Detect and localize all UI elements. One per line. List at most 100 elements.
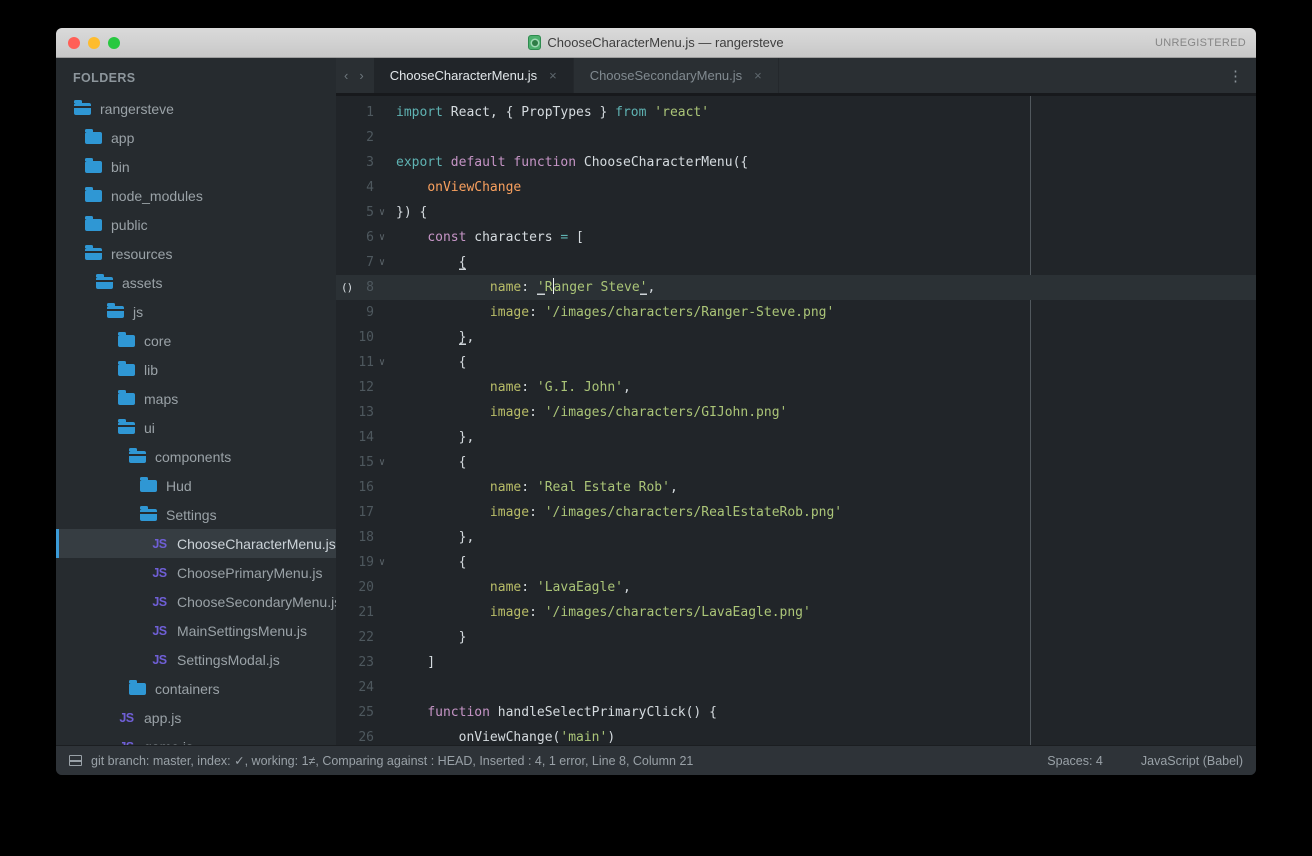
folder-open-icon (85, 248, 102, 260)
code-line-22[interactable]: 22 } (336, 625, 1256, 650)
sidebar-file-app-js[interactable]: JSapp.js (56, 703, 336, 732)
line-text: name: 'LavaEagle', (396, 575, 631, 600)
code-line-18[interactable]: 18 }, (336, 525, 1256, 550)
syntax-setting[interactable]: JavaScript (Babel) (1141, 754, 1243, 768)
code-line-8[interactable]: ()8 name: 'Ranger Steve', (336, 275, 1256, 300)
token (396, 305, 490, 320)
code-line-4[interactable]: 4 onViewChange (336, 175, 1256, 200)
sidebar-folder-app[interactable]: app (56, 123, 336, 152)
sidebar-folder-rangersteve[interactable]: rangersteve (56, 94, 336, 123)
tabs: ChooseCharacterMenu.js×ChooseSecondaryMe… (374, 58, 779, 93)
code-line-16[interactable]: 16 name: 'Real Estate Rob', (336, 475, 1256, 500)
code-line-15[interactable]: 15∨ { (336, 450, 1256, 475)
sidebar-file-game-js[interactable]: JSgame.js (56, 732, 336, 745)
code-line-19[interactable]: 19∨ { (336, 550, 1256, 575)
line-text: image: '/images/characters/RealEstateRob… (396, 500, 842, 525)
overflow-menu-icon[interactable]: ⋮ (1215, 67, 1256, 85)
sidebar-folder-settings[interactable]: Settings (56, 500, 336, 529)
line-text: onViewChange (396, 175, 521, 200)
code-line-25[interactable]: 25 function handleSelectPrimaryClick() { (336, 700, 1256, 725)
token (396, 480, 490, 495)
code-line-6[interactable]: 6∨ const characters = [ (336, 225, 1256, 250)
fold-chevron-icon[interactable]: ∨ (374, 200, 396, 225)
sidebar-folder-assets[interactable]: assets (56, 268, 336, 297)
sidebar-folder-public[interactable]: public (56, 210, 336, 239)
code-line-12[interactable]: 12 name: 'G.I. John', (336, 375, 1256, 400)
minimize-button[interactable] (88, 37, 100, 49)
sidebar-folder-ui[interactable]: ui (56, 413, 336, 442)
code-line-23[interactable]: 23 ] (336, 650, 1256, 675)
title-wrap: ChooseCharacterMenu.js — rangersteve (528, 35, 783, 50)
code-line-14[interactable]: 14 }, (336, 425, 1256, 450)
fold-chevron-icon[interactable]: ∨ (374, 450, 396, 475)
line-number: 5 (336, 200, 374, 225)
close-button[interactable] (68, 37, 80, 49)
code-line-10[interactable]: 10 }, (336, 325, 1256, 350)
fold-gutter-space (374, 700, 396, 725)
zoom-button[interactable] (108, 37, 120, 49)
line-text: onViewChange('main') (396, 725, 615, 745)
token: [ (568, 230, 584, 245)
fold-gutter-space (374, 650, 396, 675)
tree-item-label: rangersteve (100, 101, 174, 117)
tab-forward-icon[interactable]: › (359, 68, 363, 83)
sidebar-folder-containers[interactable]: containers (56, 674, 336, 703)
sidebar-file-settingsmodal-js[interactable]: JSSettingsModal.js (56, 645, 336, 674)
tab-choosesecondarymenu-js[interactable]: ChooseSecondaryMenu.js× (574, 58, 779, 93)
sidebar-folder-node-modules[interactable]: node_modules (56, 181, 336, 210)
code-line-24[interactable]: 24 (336, 675, 1256, 700)
indent-setting[interactable]: Spaces: 4 (1047, 754, 1103, 768)
code-line-3[interactable]: 3export default function ChooseCharacter… (336, 150, 1256, 175)
line-text: }, (396, 525, 474, 550)
code-line-26[interactable]: 26 onViewChange('main') (336, 725, 1256, 745)
sidebar-folder-bin[interactable]: bin (56, 152, 336, 181)
line-text: function handleSelectPrimaryClick() { (396, 700, 717, 725)
line-text: export default function ChooseCharacterM… (396, 150, 748, 175)
sidebar-file-choosecharactermenu-js[interactable]: JSChooseCharacterMenu.js (56, 529, 336, 558)
token (396, 330, 459, 345)
sidebar-folder-hud[interactable]: Hud (56, 471, 336, 500)
fold-chevron-icon[interactable]: ∨ (374, 250, 396, 275)
sidebar-file-chooseprimarymenu-js[interactable]: JSChoosePrimaryMenu.js (56, 558, 336, 587)
tab-close-icon[interactable]: × (549, 68, 557, 83)
sidebar-folder-maps[interactable]: maps (56, 384, 336, 413)
sidebar-folder-components[interactable]: components (56, 442, 336, 471)
sidebar-file-mainsettingsmenu-js[interactable]: JSMainSettingsMenu.js (56, 616, 336, 645)
token: name (490, 580, 521, 595)
sidebar-folder-core[interactable]: core (56, 326, 336, 355)
fold-gutter-space (374, 400, 396, 425)
code-line-2[interactable]: 2 (336, 125, 1256, 150)
fold-chevron-icon[interactable]: ∨ (374, 550, 396, 575)
code-line-20[interactable]: 20 name: 'LavaEagle', (336, 575, 1256, 600)
tab-close-icon[interactable]: × (754, 68, 762, 83)
line-text: }, (396, 425, 474, 450)
fold-chevron-icon[interactable]: ∨ (374, 350, 396, 375)
line-number: 22 (336, 625, 374, 650)
code-line-1[interactable]: 1import React, { PropTypes } from 'react… (336, 100, 1256, 125)
token: function (513, 155, 576, 170)
sidebar-folder-lib[interactable]: lib (56, 355, 336, 384)
token: React, { PropTypes } (443, 105, 615, 120)
line-number: 4 (336, 175, 374, 200)
sidebar-file-choosesecondarymenu-js[interactable]: JSChooseSecondaryMenu.js (56, 587, 336, 616)
code-line-7[interactable]: 7∨ { (336, 250, 1256, 275)
code-area[interactable]: 1import React, { PropTypes } from 'react… (336, 96, 1256, 745)
tree-item-label: node_modules (111, 188, 203, 204)
code-line-13[interactable]: 13 image: '/images/characters/GIJohn.png… (336, 400, 1256, 425)
code-line-11[interactable]: 11∨ { (336, 350, 1256, 375)
fold-gutter-space (374, 125, 396, 150)
sidebar-folder-js[interactable]: js (56, 297, 336, 326)
panel-toggle-icon[interactable] (69, 755, 82, 766)
fold-gutter-space (374, 575, 396, 600)
token: const (427, 230, 466, 245)
sidebar-folder-resources[interactable]: resources (56, 239, 336, 268)
code-line-9[interactable]: 9 image: '/images/characters/Ranger-Stev… (336, 300, 1256, 325)
fold-chevron-icon[interactable]: ∨ (374, 225, 396, 250)
code-line-21[interactable]: 21 image: '/images/characters/LavaEagle.… (336, 600, 1256, 625)
tab-back-icon[interactable]: ‹ (344, 68, 348, 83)
code-line-17[interactable]: 17 image: '/images/characters/RealEstate… (336, 500, 1256, 525)
token: ) (607, 730, 615, 745)
tab-choosecharactermenu-js[interactable]: ChooseCharacterMenu.js× (374, 58, 574, 93)
token: , (623, 380, 631, 395)
code-line-5[interactable]: 5∨}) { (336, 200, 1256, 225)
